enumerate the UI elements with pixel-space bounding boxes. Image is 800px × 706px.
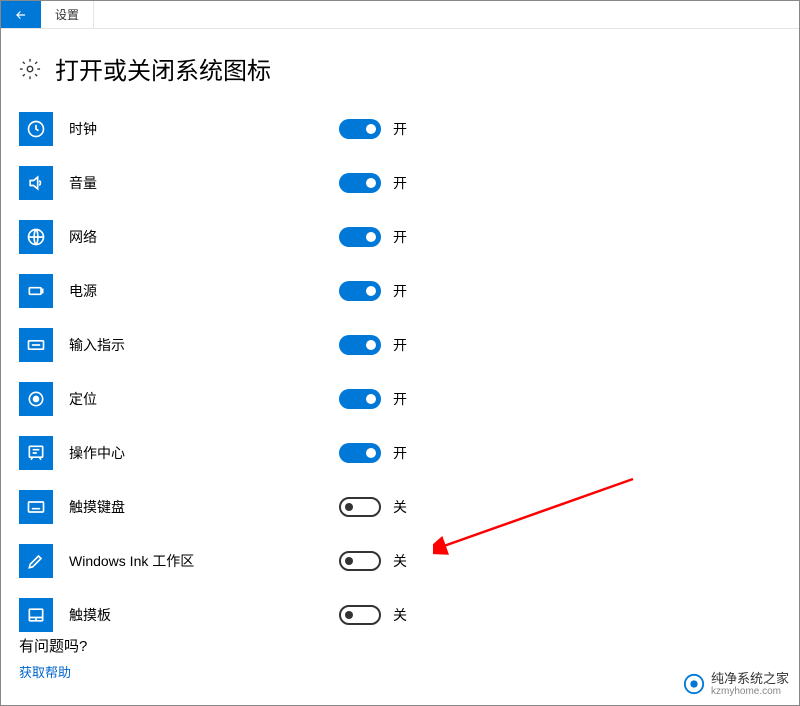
back-button[interactable]	[1, 1, 41, 28]
state-label: 开	[393, 281, 407, 301]
windows-ink-icon	[19, 544, 53, 578]
list-item: 网络 开	[19, 210, 781, 264]
network-icon	[19, 220, 53, 254]
tab-label: 设置	[55, 6, 79, 23]
item-label: 操作中心	[69, 443, 339, 463]
state-label: 关	[393, 605, 407, 625]
list-item: 触摸板 关	[19, 588, 781, 642]
list-item: 定位 开	[19, 372, 781, 426]
state-label: 开	[393, 443, 407, 463]
watermark-url: kzmyhome.com	[711, 686, 789, 697]
item-label: 时钟	[69, 119, 339, 139]
touchpad-icon	[19, 598, 53, 632]
watermark: 纯净系统之家 kzmyhome.com	[683, 672, 789, 697]
clock-icon	[19, 112, 53, 146]
toggle-windows-ink[interactable]	[339, 551, 381, 571]
item-label: 网络	[69, 227, 339, 247]
state-label: 开	[393, 335, 407, 355]
state-label: 开	[393, 119, 407, 139]
toggle-input-indicator[interactable]	[339, 335, 381, 355]
list-item: 触摸键盘 关	[19, 480, 781, 534]
page-title: 打开或关闭系统图标	[55, 51, 271, 86]
state-label: 开	[393, 173, 407, 193]
item-label: Windows Ink 工作区	[69, 551, 339, 571]
list-item: 时钟 开	[19, 102, 781, 156]
input-indicator-icon	[19, 328, 53, 362]
state-label: 关	[393, 497, 407, 517]
item-label: 音量	[69, 173, 339, 193]
state-label: 开	[393, 389, 407, 409]
toggle-clock[interactable]	[339, 119, 381, 139]
system-icons-list: 时钟 开 音量 开 网络 开 电源 开 输入指示 开	[1, 96, 799, 642]
toggle-power[interactable]	[339, 281, 381, 301]
touch-keyboard-icon	[19, 490, 53, 524]
action-center-icon	[19, 436, 53, 470]
list-item: Windows Ink 工作区 关	[19, 534, 781, 588]
list-item: 操作中心 开	[19, 426, 781, 480]
tab-settings[interactable]: 设置	[41, 1, 94, 28]
help-link[interactable]: 获取帮助	[19, 662, 87, 681]
power-icon	[19, 274, 53, 308]
toggle-volume[interactable]	[339, 173, 381, 193]
item-label: 触摸板	[69, 605, 339, 625]
list-item: 输入指示 开	[19, 318, 781, 372]
list-item: 音量 开	[19, 156, 781, 210]
toggle-location[interactable]	[339, 389, 381, 409]
item-label: 定位	[69, 389, 339, 409]
gear-icon	[19, 58, 41, 80]
list-item: 电源 开	[19, 264, 781, 318]
volume-icon	[19, 166, 53, 200]
item-label: 电源	[69, 281, 339, 301]
location-icon	[19, 382, 53, 416]
toggle-touchpad[interactable]	[339, 605, 381, 625]
toggle-action-center[interactable]	[339, 443, 381, 463]
help-question: 有问题吗?	[19, 635, 87, 656]
toggle-touch-keyboard[interactable]	[339, 497, 381, 517]
item-label: 触摸键盘	[69, 497, 339, 517]
item-label: 输入指示	[69, 335, 339, 355]
watermark-icon	[683, 673, 705, 695]
toggle-network[interactable]	[339, 227, 381, 247]
watermark-title: 纯净系统之家	[711, 672, 789, 686]
state-label: 关	[393, 551, 407, 571]
state-label: 开	[393, 227, 407, 247]
